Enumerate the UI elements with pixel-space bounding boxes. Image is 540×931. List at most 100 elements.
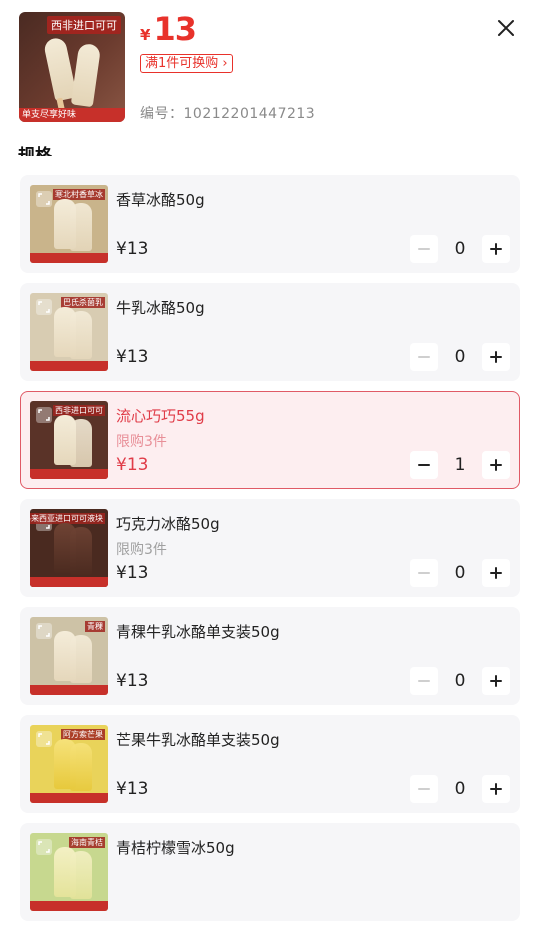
price: ¥ 13 (140, 10, 197, 48)
popsicle-graphic (70, 42, 102, 108)
spec-price: ¥13 (116, 563, 149, 583)
thumbnail-tag: 青稞 (85, 621, 105, 632)
spec-thumbnail[interactable]: 马来西亚进口可可液块 (30, 509, 108, 587)
quantity-value[interactable]: 0 (438, 235, 482, 263)
spec-item[interactable]: 西非进口可可 流心巧巧55g 限购3件 ¥13 1 (20, 391, 520, 489)
thumbnail-bar (30, 685, 108, 695)
popsicle-graphic (70, 743, 92, 791)
purchase-limit: 限购3件 (116, 542, 167, 558)
hero-badge: 西非进口可可 (47, 16, 121, 34)
thumbnail-bar (30, 469, 108, 479)
spec-thumbnail[interactable]: 海南青桔 (30, 833, 108, 911)
spec-thumbnail[interactable]: 青稞 (30, 617, 108, 695)
spec-name: 芒果牛乳冰酪单支装50g (116, 731, 280, 749)
quantity-value[interactable]: 0 (438, 667, 482, 695)
sku-number: 编号：10212201447213 (140, 103, 315, 123)
quantity-value[interactable]: 0 (438, 343, 482, 371)
increase-button[interactable] (482, 559, 510, 587)
popsicle-graphic (70, 851, 92, 899)
increase-button[interactable] (482, 667, 510, 695)
thumbnail-bar (30, 253, 108, 263)
plus-icon (490, 351, 502, 363)
minus-icon (418, 356, 430, 358)
spec-item[interactable]: 海南青桔 青桔柠檬雪冰50g (20, 823, 520, 921)
plus-icon (490, 783, 502, 795)
minus-icon (418, 464, 430, 466)
spec-name: 牛乳冰酪50g (116, 299, 205, 317)
spec-name: 巧克力冰酪50g (116, 515, 220, 533)
quantity-value[interactable]: 0 (438, 559, 482, 587)
spec-item[interactable]: 阿方索芒果 芒果牛乳冰酪单支装50g ¥13 0 (20, 715, 520, 813)
spec-price: ¥13 (116, 671, 149, 691)
spec-price: ¥13 (116, 455, 149, 475)
spec-list: 寒北村香草冰 香草冰酪50g ¥13 0 巴氏杀菌乳 牛乳冰酪50g ¥13 0 西非进口可可流… (20, 175, 520, 931)
spec-name: 青桔柠檬雪冰50g (116, 839, 235, 857)
quantity-value[interactable]: 1 (438, 451, 482, 479)
plus-icon (490, 243, 502, 255)
increase-button[interactable] (482, 343, 510, 371)
spec-section-title: 规格 (18, 146, 52, 156)
expand-icon[interactable] (36, 191, 52, 207)
popsicle-graphic (70, 419, 92, 467)
spec-name: 香草冰酪50g (116, 191, 205, 209)
minus-icon (418, 572, 430, 574)
close-icon[interactable] (494, 16, 518, 40)
price-value: 13 (153, 10, 197, 48)
decrease-button[interactable] (410, 667, 438, 695)
spec-thumbnail[interactable]: 阿方索芒果 (30, 725, 108, 803)
quantity-value[interactable]: 0 (438, 775, 482, 803)
quantity-stepper: 0 (410, 235, 510, 263)
spec-thumbnail[interactable]: 巴氏杀菌乳 (30, 293, 108, 371)
spec-name: 流心巧巧55g (116, 407, 205, 425)
thumbnail-bar (30, 361, 108, 371)
thumbnail-bar (30, 901, 108, 911)
spec-thumbnail[interactable]: 寒北村香草冰 (30, 185, 108, 263)
expand-icon[interactable] (36, 731, 52, 747)
increase-button[interactable] (482, 235, 510, 263)
spec-thumbnail[interactable]: 西非进口可可 (30, 401, 108, 479)
price-currency: ¥ (140, 26, 151, 44)
thumbnail-tag: 海南青桔 (69, 837, 105, 848)
popsicle-graphic (70, 527, 92, 575)
quantity-stepper: 0 (410, 343, 510, 371)
minus-icon (418, 788, 430, 790)
sku-label: 编号： (140, 106, 184, 122)
spec-item[interactable]: 马来西亚进口可可液块 巧克力冰酪50g 限购3件 ¥13 0 (20, 499, 520, 597)
minus-icon (418, 680, 430, 682)
decrease-button[interactable] (410, 775, 438, 803)
expand-icon[interactable] (36, 299, 52, 315)
product-header: 西非进口可可 单支尽享好味 ¥ 13 满1件可换购 › 编号：102122014… (0, 0, 540, 156)
quantity-stepper: 0 (410, 775, 510, 803)
expand-icon[interactable] (36, 839, 52, 855)
increase-button[interactable] (482, 775, 510, 803)
decrease-button[interactable] (410, 451, 438, 479)
plus-icon (490, 675, 502, 687)
expand-icon[interactable] (36, 623, 52, 639)
purchase-limit: 限购3件 (116, 434, 167, 450)
popsicle-graphic (70, 311, 92, 359)
decrease-button[interactable] (410, 235, 438, 263)
expand-icon[interactable] (36, 407, 52, 423)
spec-price: ¥13 (116, 347, 149, 367)
spec-item[interactable]: 寒北村香草冰 香草冰酪50g ¥13 0 (20, 175, 520, 273)
popsicle-graphic (70, 203, 92, 251)
spec-price: ¥13 (116, 239, 149, 259)
thumbnail-bar (30, 793, 108, 803)
spec-item[interactable]: 巴氏杀菌乳 牛乳冰酪50g ¥13 0 (20, 283, 520, 381)
product-hero-image[interactable]: 西非进口可可 单支尽享好味 (19, 12, 125, 122)
decrease-button[interactable] (410, 559, 438, 587)
plus-icon (490, 459, 502, 471)
popsicle-graphic (70, 635, 92, 683)
quantity-stepper: 1 (410, 451, 510, 479)
thumbnail-bar (30, 577, 108, 587)
quantity-stepper: 0 (410, 667, 510, 695)
spec-item[interactable]: 青稞 青稞牛乳冰酪单支装50g ¥13 0 (20, 607, 520, 705)
exchange-promo-link[interactable]: 满1件可换购 › (140, 54, 233, 73)
spec-name: 青稞牛乳冰酪单支装50g (116, 623, 280, 641)
plus-icon (490, 567, 502, 579)
minus-icon (418, 248, 430, 250)
quantity-stepper: 0 (410, 559, 510, 587)
decrease-button[interactable] (410, 343, 438, 371)
increase-button[interactable] (482, 451, 510, 479)
sku-value: 10212201447213 (183, 106, 316, 122)
